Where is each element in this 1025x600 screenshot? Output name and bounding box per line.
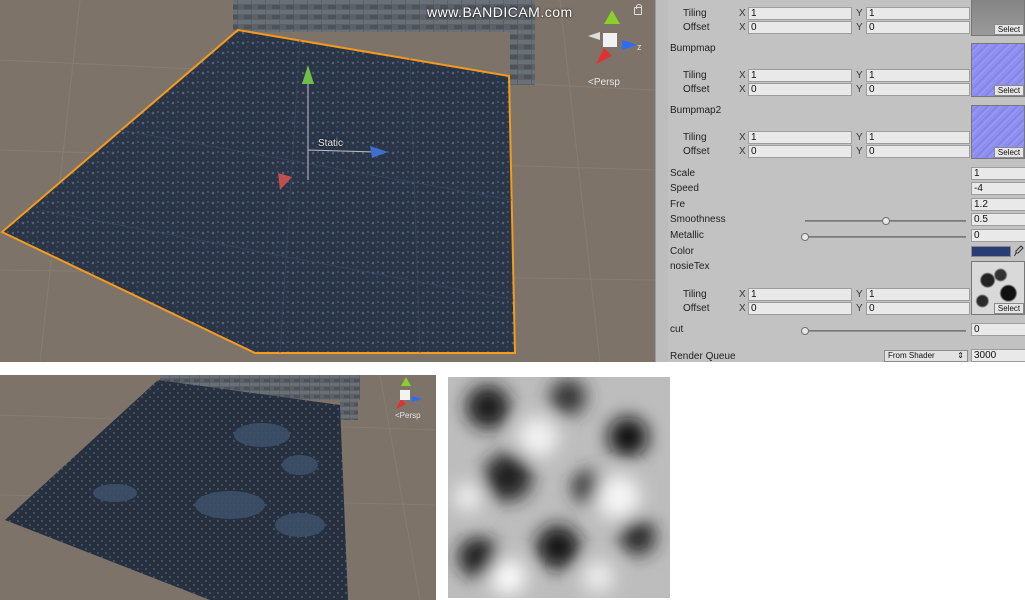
speed-field[interactable]: -4 (971, 182, 1025, 195)
metallic-slider-handle[interactable] (801, 233, 809, 241)
bumpmap-tiling-x-field[interactable]: 1 (748, 69, 852, 82)
watermark-text: www.BANDICAM.com (427, 4, 573, 20)
axis-x-label: X (739, 289, 746, 300)
lock-icon[interactable] (634, 4, 642, 15)
tex0-thumbnail[interactable]: Select (971, 0, 1025, 36)
render-queue-field[interactable]: 3000 (971, 349, 1025, 362)
bumpmap2-label: Bumpmap2 (670, 105, 722, 116)
bumpmap2-offset-label: Offset (683, 146, 710, 157)
noisetex-select-button[interactable]: Select (994, 303, 1024, 314)
tex0-offset-label: Offset (683, 22, 710, 33)
bumpmap-offset-label: Offset (683, 84, 710, 95)
bumpmap-label: Bumpmap (670, 43, 716, 54)
scene-preview: <Persp (0, 375, 436, 600)
noisetex-offset-label: Offset (683, 303, 710, 314)
scene-canvas[interactable] (0, 0, 655, 362)
scene-view[interactable]: www.BANDICAM.com Static z <Persp (0, 0, 655, 362)
orientation-gizmo[interactable] (588, 10, 637, 64)
bumpmap2-select-button[interactable]: Select (994, 147, 1024, 158)
fre-label: Fre (670, 199, 685, 210)
color-swatch[interactable] (971, 246, 1011, 257)
noisetex-tiling-y-field[interactable]: 1 (866, 288, 970, 301)
tex0-offset-y-field[interactable]: 0 (866, 21, 970, 34)
dropdown-arrow-icon: ⇕ (957, 351, 964, 360)
axis-y-label: Y (856, 8, 863, 19)
bumpmap-offset-y-field[interactable]: 0 (866, 83, 970, 96)
speed-label: Speed (670, 183, 699, 194)
bumpmap-offset-x-field[interactable]: 0 (748, 83, 852, 96)
tex0-offset-x-field[interactable]: 0 (748, 21, 852, 34)
tex0-select-button[interactable]: Select (994, 24, 1024, 35)
noise-texture-preview (448, 377, 670, 598)
smoothness-field[interactable]: 0.5 (971, 213, 1025, 226)
smoothness-slider-handle[interactable] (881, 217, 890, 225)
noisetex-offset-x-field[interactable]: 0 (748, 302, 852, 315)
bumpmap2-tiling-x-field[interactable]: 1 (748, 131, 852, 144)
axis-y-label: Y (856, 289, 863, 300)
eyedropper-icon[interactable] (1014, 245, 1024, 257)
axis-y-label: Y (856, 22, 863, 33)
render-queue-label: Render Queue (670, 351, 736, 362)
axis-x-label: X (739, 70, 746, 81)
noisetex-offset-y-field[interactable]: 0 (866, 302, 970, 315)
metallic-field[interactable]: 0 (971, 229, 1025, 242)
noisetex-tiling-x-field[interactable]: 1 (748, 288, 852, 301)
axis-x-label: X (739, 146, 746, 157)
noisetex-label: nosieTex (670, 261, 710, 272)
fre-field[interactable]: 1.2 (971, 198, 1025, 211)
axis-y-label: Y (856, 146, 863, 157)
tex0-tiling-x-field[interactable]: 1 (748, 7, 852, 20)
metallic-slider-track[interactable] (805, 236, 966, 238)
color-label: Color (670, 246, 694, 257)
axis-y-label: Y (856, 84, 863, 95)
tex0-tiling-label: Tiling (683, 8, 707, 19)
bumpmap2-thumbnail[interactable]: Select (971, 105, 1025, 159)
bumpmap2-tiling-label: Tiling (683, 132, 707, 143)
bumpmap-tiling-label: Tiling (683, 70, 707, 81)
scene-preview-canvas (0, 375, 436, 600)
persp-label-small: <Persp (395, 411, 421, 420)
persp-toggle[interactable]: <Persp (588, 77, 620, 88)
axis-x-label: X (739, 84, 746, 95)
axis-y-label: Y (856, 303, 863, 314)
material-inspector: Tiling X 1 Y 1 Offset X 0 Y 0 Select Bum… (655, 0, 1025, 362)
tex0-tiling-y-field[interactable]: 1 (866, 7, 970, 20)
axis-x-label: X (739, 132, 746, 143)
static-label: Static (318, 138, 344, 149)
orientation-gizmo-small (396, 377, 422, 409)
metallic-label: Metallic (670, 230, 704, 241)
cut-field[interactable]: 0 (971, 323, 1025, 336)
noisetex-tiling-label: Tiling (683, 289, 707, 300)
scale-field[interactable]: 1 (971, 167, 1025, 180)
noise-texture-image (448, 377, 670, 598)
cut-slider-track[interactable] (805, 330, 966, 332)
water-plane[interactable] (0, 28, 517, 354)
bumpmap2-offset-y-field[interactable]: 0 (866, 145, 970, 158)
scale-label: Scale (670, 168, 696, 179)
cut-slider-handle[interactable] (801, 327, 809, 335)
smoothness-label: Smoothness (670, 214, 726, 225)
axis-y-label: Y (856, 132, 863, 143)
noisetex-thumbnail[interactable]: Select (971, 261, 1025, 315)
axis-y-label: Y (856, 70, 863, 81)
bumpmap-tiling-y-field[interactable]: 1 (866, 69, 970, 82)
bumpmap-select-button[interactable]: Select (994, 85, 1024, 96)
bumpmap2-tiling-y-field[interactable]: 1 (866, 131, 970, 144)
axis-x-label: X (739, 303, 746, 314)
axis-x-label: X (739, 8, 746, 19)
gizmo-z-label: z (637, 42, 642, 52)
render-queue-dropdown[interactable]: From Shader ⇕ (884, 350, 968, 362)
axis-x-label: X (739, 22, 746, 33)
cut-label: cut (670, 324, 684, 335)
bumpmap2-offset-x-field[interactable]: 0 (748, 145, 852, 158)
bumpmap-thumbnail[interactable]: Select (971, 43, 1025, 97)
